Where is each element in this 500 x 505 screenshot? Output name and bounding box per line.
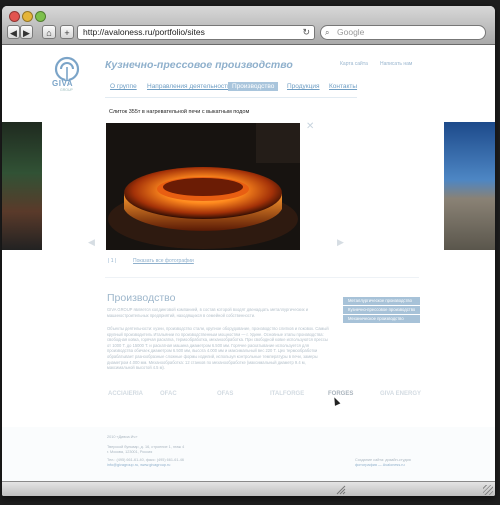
logo-subtitle: GROUP: [60, 88, 73, 92]
partner-logo[interactable]: OFAC: [160, 391, 177, 397]
menu-item-directions[interactable]: Направления деятельности: [147, 83, 231, 90]
add-bookmark-button[interactable]: +: [60, 25, 74, 39]
photo-caption: Слиток 355т в нагревательной печи с выка…: [109, 109, 250, 115]
intro-paragraph: GIVA GROUP является холдинговой компание…: [107, 307, 309, 318]
page-title: Кузнечно-прессовое производство: [105, 59, 293, 71]
logo-wordmark[interactable]: GIVA: [52, 79, 73, 88]
partner-logo[interactable]: ITALFORGE: [270, 391, 304, 397]
menu-item-contacts[interactable]: Контакты: [329, 83, 357, 90]
menu-item-products[interactable]: Продукция: [287, 83, 320, 90]
section-title: Производство: [107, 292, 176, 304]
partner-logo[interactable]: ACCIAIERIA: [108, 391, 143, 397]
browser-window: ◀ ▶ ⌂ + http://avaloness.ru/portfolio/si…: [2, 6, 495, 496]
next-photo-thumbnail[interactable]: [444, 122, 495, 250]
browser-toolbar: ◀ ▶ ⌂ + http://avaloness.ru/portfolio/si…: [2, 6, 495, 45]
page-content: GIVA GROUP Кузнечно-прессовое производст…: [2, 45, 495, 481]
prev-photo-thumbnail[interactable]: [2, 122, 42, 250]
footer-email-links[interactable]: info@givagroup.ru, www.givagroup.ru: [107, 463, 170, 468]
write-us-link[interactable]: Написать нам: [380, 61, 412, 67]
prev-arrow-icon[interactable]: ◀: [88, 237, 95, 248]
close-icon[interactable]: ✕: [306, 121, 314, 132]
minimize-window-button[interactable]: [22, 11, 33, 22]
menu-item-production[interactable]: Производство: [228, 82, 279, 91]
reload-icon[interactable]: ↻: [302, 26, 310, 39]
partner-logo[interactable]: FORGES: [328, 391, 353, 397]
partner-logo[interactable]: OFAS: [217, 391, 233, 397]
search-placeholder: Google: [337, 27, 365, 37]
show-all-photos-link[interactable]: Показать все фотографии: [133, 258, 194, 264]
partner-logo[interactable]: GIVA ENERGY: [380, 391, 421, 397]
sidebar-item-mechanical[interactable]: Механическое производство: [343, 315, 420, 323]
divider: [105, 97, 357, 98]
forward-button[interactable]: ▶: [20, 25, 33, 39]
menu-item-about[interactable]: О группе: [110, 83, 137, 90]
address-bar[interactable]: http://avaloness.ru/portfolio/sites ↻: [77, 25, 315, 40]
search-field[interactable]: ⌕ Google: [320, 25, 486, 40]
body-paragraph: Объекты деятельности: кузни, производств…: [107, 326, 329, 371]
mouse-cursor-icon: [331, 396, 341, 406]
footer-developer-link[interactable]: фотография — Avaloness.ru: [355, 463, 405, 468]
main-photo: [106, 123, 300, 250]
search-icon: ⌕: [325, 28, 330, 37]
window-resize-grip-icon[interactable]: [483, 485, 493, 495]
resize-handle-icon[interactable]: [336, 483, 346, 495]
back-button[interactable]: ◀: [7, 25, 20, 39]
next-arrow-icon[interactable]: ▶: [337, 237, 344, 248]
zoom-window-button[interactable]: [35, 11, 46, 22]
divider: [105, 277, 419, 278]
gallery-pager[interactable]: | 1 |: [108, 258, 116, 264]
footer-address-line2: г. Москва, 123001, Россия: [107, 450, 153, 454]
home-button[interactable]: ⌂: [42, 25, 56, 39]
status-bar: [2, 481, 495, 496]
sitemap-link[interactable]: Карта сайта: [340, 61, 368, 67]
close-window-button[interactable]: [9, 11, 20, 22]
footer-copyright: 2010 «Дивиа Ич»: [107, 435, 138, 439]
sidebar-item-metallurgy[interactable]: Металлургическое производство: [343, 297, 420, 305]
sidebar-item-forging[interactable]: Кузнечно-прессовое производство: [343, 306, 420, 314]
url-text: http://avaloness.ru/portfolio/sites: [83, 27, 205, 37]
page-footer: 2010 «Дивиа Ич» Тверской бульвар, д. 16,…: [2, 427, 495, 481]
